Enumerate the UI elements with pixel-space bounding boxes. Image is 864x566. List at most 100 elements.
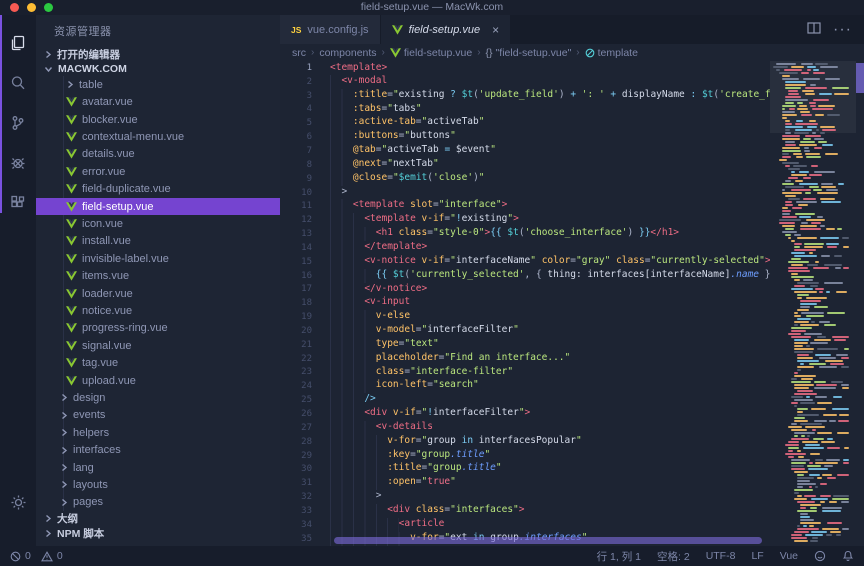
tree-item-signal.vue[interactable]: signal.vue <box>36 337 280 354</box>
tree-item-interfaces[interactable]: interfaces <box>36 441 280 458</box>
minimap-line <box>773 303 853 305</box>
minimap-line <box>773 288 853 290</box>
minimap-token <box>782 213 790 215</box>
minimap-token <box>794 291 817 293</box>
split-editor-icon[interactable] <box>807 21 821 39</box>
close-tab-icon[interactable]: × <box>492 24 499 36</box>
breadcrumb-item-field-setup.vue[interactable]: field-setup.vue <box>390 47 472 59</box>
line-number: 2 <box>280 77 330 87</box>
tree-item-table[interactable]: table <box>36 76 280 93</box>
tree-item-invisible-label.vue[interactable]: invisible-label.vue <box>36 250 280 267</box>
indentation-setting[interactable]: 空格: 2 <box>657 549 690 564</box>
tree-item-details.vue[interactable]: details.vue <box>36 146 280 163</box>
encoding-setting[interactable]: UTF-8 <box>706 550 736 562</box>
minimap-token <box>785 228 794 230</box>
tree-item-upload.vue[interactable]: upload.vue <box>36 372 280 389</box>
code-token: existing <box>399 89 450 100</box>
tree-item-field-setup.vue[interactable]: field-setup.vue <box>36 198 280 215</box>
tree-item-field-duplicate.vue[interactable]: field-duplicate.vue <box>36 181 280 198</box>
code-line-9: 9@close="$emit('close')" <box>280 172 770 186</box>
tree-item-layouts[interactable]: layouts <box>36 476 280 493</box>
problems-warnings[interactable]: 0 <box>41 550 63 562</box>
code-editor[interactable]: 1<template>2<v-modal3:title="existing ? … <box>280 61 770 546</box>
minimap-line <box>773 111 853 113</box>
tree-item-helpers[interactable]: helpers <box>36 424 280 441</box>
minimap-token <box>788 456 794 458</box>
feedback-smiley-icon[interactable] <box>814 550 826 562</box>
minimap-token <box>814 387 836 389</box>
breadcrumb-item-field-setup.vue[interactable]: {}"field-setup.vue" <box>486 47 572 59</box>
breadcrumb-item-template[interactable]: template <box>585 47 638 59</box>
minimap-token <box>820 483 827 485</box>
tree-item-pages[interactable]: pages <box>36 494 280 511</box>
minimap-line <box>773 483 853 485</box>
minimap-token <box>797 390 813 392</box>
code-token: interfaceFilter <box>433 407 519 418</box>
code-token: + <box>610 89 621 100</box>
horizontal-scrollbar[interactable] <box>334 537 762 544</box>
minimap-line <box>773 132 853 134</box>
minimap-line <box>773 264 853 266</box>
settings-gear-icon[interactable] <box>0 482 36 522</box>
notifications-bell-icon[interactable] <box>842 550 854 562</box>
minimap-token <box>791 534 802 536</box>
code-token: " <box>490 144 496 155</box>
minimap-token <box>815 63 828 65</box>
indent-guide <box>330 490 376 504</box>
tree-item-blocker.vue[interactable]: blocker.vue <box>36 111 280 128</box>
tree-item-icon.vue[interactable]: icon.vue <box>36 215 280 232</box>
breadcrumb-item-src[interactable]: src <box>292 47 306 59</box>
status-bar: 0 0 行 1, 列 1 空格: 2 UTF-8 LF Vue <box>0 546 864 566</box>
language-mode[interactable]: Vue <box>780 550 798 562</box>
minimap[interactable] <box>770 61 856 546</box>
more-actions-icon[interactable]: ··· <box>833 21 852 39</box>
outline-section[interactable]: 大纲 <box>36 511 280 526</box>
editor-group: JSvue.config.jsfield-setup.vue× ··· src›… <box>280 15 864 546</box>
workspace-root-item[interactable]: MACWK.COM <box>36 62 280 76</box>
minimap-token <box>788 198 800 200</box>
tree-item-contextual-menu.vue[interactable]: contextual-menu.vue <box>36 128 280 145</box>
minimap-line <box>773 294 853 296</box>
minimap-token <box>820 198 835 200</box>
extensions-icon[interactable] <box>0 183 36 223</box>
tree-item-events[interactable]: events <box>36 407 280 424</box>
vue-icon <box>66 341 77 351</box>
tab-field-setup.vue[interactable]: field-setup.vue × <box>381 15 512 44</box>
vue-icon <box>390 48 401 58</box>
line-number: 7 <box>280 146 330 156</box>
minimap-line <box>773 228 853 230</box>
minimap-token <box>791 252 805 254</box>
tree-item-items.vue[interactable]: items.vue <box>36 268 280 285</box>
tab-vue.config.js[interactable]: JSvue.config.js <box>280 15 381 44</box>
npm-scripts-section[interactable]: NPM 脚本 <box>36 526 280 541</box>
minimap-token <box>797 486 803 488</box>
explorer-icon[interactable] <box>0 23 36 63</box>
vertical-scrollbar[interactable] <box>856 61 864 546</box>
source-control-icon[interactable] <box>0 103 36 143</box>
minimap-token <box>817 402 831 404</box>
eol-setting[interactable]: LF <box>751 550 763 562</box>
open-editors-section[interactable]: 打开的编辑器 <box>36 47 280 62</box>
minimap-token <box>782 78 799 80</box>
vertical-scrollbar-thumb[interactable] <box>856 63 864 93</box>
tree-item-tag.vue[interactable]: tag.vue <box>36 354 280 371</box>
tree-item-loader.vue[interactable]: loader.vue <box>36 285 280 302</box>
cursor-position[interactable]: 行 1, 列 1 <box>597 549 641 564</box>
braces-icon: {} <box>486 47 493 59</box>
minimap-token <box>819 321 830 323</box>
indent-guide <box>330 89 353 103</box>
tab-label: field-setup.vue <box>409 24 481 36</box>
tree-item-design[interactable]: design <box>36 389 280 406</box>
problems-errors[interactable]: 0 <box>10 550 31 562</box>
minimap-token <box>811 165 819 167</box>
minimap-token <box>794 375 816 377</box>
tree-item-avatar.vue[interactable]: avatar.vue <box>36 94 280 111</box>
tree-item-error.vue[interactable]: error.vue <box>36 163 280 180</box>
search-icon[interactable] <box>0 63 36 103</box>
tree-item-progress-ring.vue[interactable]: progress-ring.vue <box>36 320 280 337</box>
tree-item-lang[interactable]: lang <box>36 459 280 476</box>
breadcrumb-item-components[interactable]: components <box>319 47 376 59</box>
debug-icon[interactable] <box>0 143 36 183</box>
tree-item-notice.vue[interactable]: notice.vue <box>36 302 280 319</box>
tree-item-install.vue[interactable]: install.vue <box>36 233 280 250</box>
